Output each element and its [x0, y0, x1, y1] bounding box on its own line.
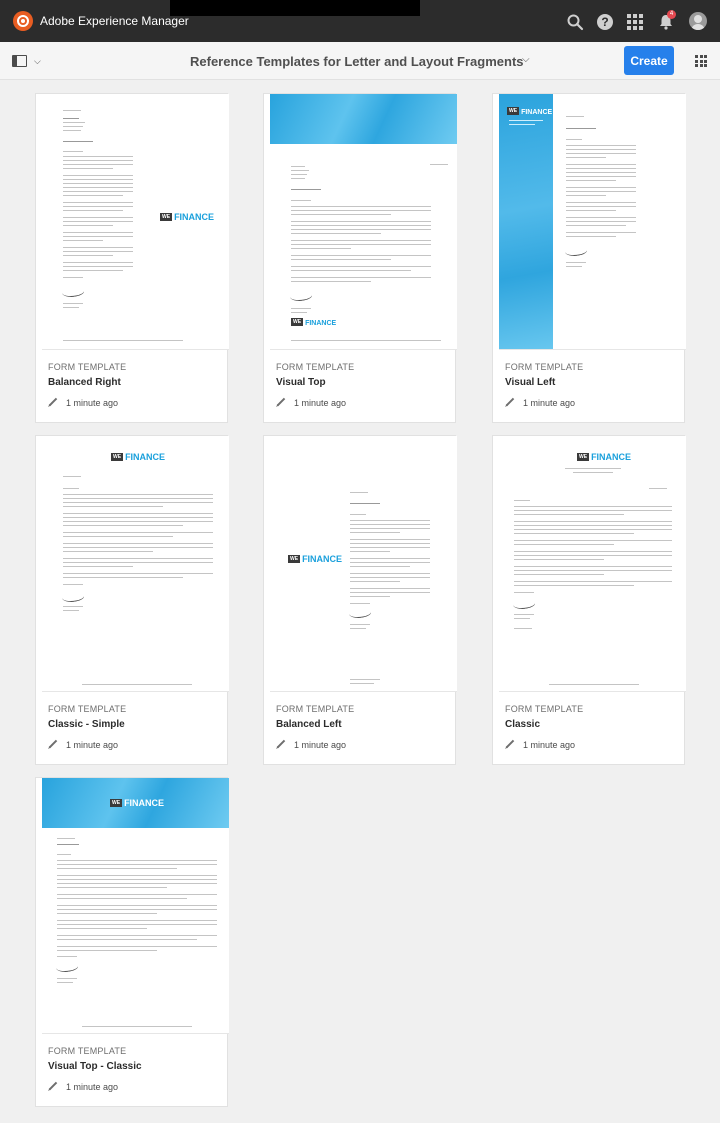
card-type-label: FORM TEMPLATE [48, 362, 127, 372]
chevron-down-icon[interactable]: ⌵ [522, 54, 530, 65]
template-card-classic-simple[interactable]: WE FINANCE FORM TEMPLATE Classic - Simple… [35, 435, 229, 765]
card-type-label: FORM TEMPLATE [505, 704, 584, 714]
card-type-label: FORM TEMPLATE [48, 1046, 127, 1056]
pencil-icon [505, 397, 515, 406]
template-thumbnail[interactable]: WE FINANCE [499, 94, 686, 350]
card-title[interactable]: Classic [505, 719, 540, 730]
pencil-icon [48, 739, 58, 748]
create-button[interactable]: Create [624, 46, 674, 75]
card-title[interactable]: Balanced Left [276, 719, 342, 730]
card-title[interactable]: Classic - Simple [48, 719, 125, 730]
template-card-visual-left[interactable]: WE FINANCE FORM TEMPLATE Visual Left 1 mi… [492, 93, 686, 423]
avatar-icon[interactable] [689, 12, 707, 30]
card-type-label: FORM TEMPLATE [505, 362, 584, 372]
adobe-experience-manager-icon[interactable] [13, 11, 33, 31]
pencil-icon [48, 1081, 58, 1090]
page-title[interactable]: Reference Templates for Letter and Layou… [190, 54, 524, 69]
redacted-region [170, 0, 420, 16]
template-card-balanced-left[interactable]: WE FINANCE FORM TEMPLATE Balanced Left 1 … [263, 435, 457, 765]
template-thumbnail[interactable]: WE FINANCE [270, 94, 457, 350]
template-card-classic[interactable]: WE FINANCE FORM TEMPLATE Classic 1 minute… [492, 435, 686, 765]
search-icon[interactable] [566, 13, 584, 31]
pencil-icon [48, 397, 58, 406]
card-title[interactable]: Visual Left [505, 377, 555, 388]
card-view-icon[interactable] [695, 55, 707, 67]
template-thumbnail[interactable]: WE FINANCE [42, 778, 229, 1034]
pencil-icon [505, 739, 515, 748]
card-modified: 1 minute ago [276, 397, 346, 408]
template-card-balanced-right[interactable]: WE FINANCE FORM TEMPLATE Balanced Right 1… [35, 93, 229, 423]
template-thumbnail[interactable]: WE FINANCE [42, 94, 229, 350]
pencil-icon [276, 739, 286, 748]
template-card-visual-top[interactable]: WE FINANCE FORM TEMPLATE Visual Top 1 min… [263, 93, 457, 423]
pencil-icon [276, 397, 286, 406]
action-bar: ⌵ Reference Templates for Letter and Lay… [0, 42, 720, 80]
rail-toggle-icon[interactable]: ⌵ [12, 54, 44, 70]
card-modified: 1 minute ago [505, 397, 575, 408]
template-card-visual-top-classic[interactable]: WE FINANCE FORM TEMPLATE Visual Top - Cla… [35, 777, 229, 1107]
card-title[interactable]: Balanced Right [48, 377, 121, 388]
app-title[interactable]: Adobe Experience Manager [40, 14, 189, 28]
card-modified: 1 minute ago [48, 1081, 118, 1092]
card-modified: 1 minute ago [48, 397, 118, 408]
template-thumbnail[interactable]: WE FINANCE [499, 436, 686, 692]
help-icon[interactable]: ? [597, 14, 613, 30]
card-modified: 1 minute ago [48, 739, 118, 750]
card-modified: 1 minute ago [505, 739, 575, 750]
card-modified: 1 minute ago [276, 739, 346, 750]
card-type-label: FORM TEMPLATE [276, 704, 355, 714]
card-title[interactable]: Visual Top [276, 377, 326, 388]
card-title[interactable]: Visual Top - Classic [48, 1061, 142, 1072]
card-type-label: FORM TEMPLATE [276, 362, 355, 372]
apps-icon[interactable] [627, 14, 643, 30]
notification-badge: 4 [667, 10, 676, 19]
card-type-label: FORM TEMPLATE [48, 704, 127, 714]
template-thumbnail[interactable]: WE FINANCE [42, 436, 229, 692]
shell-header: Adobe Experience Manager ? 4 [0, 0, 720, 42]
chevron-down-icon: ⌵ [34, 56, 41, 66]
template-thumbnail[interactable]: WE FINANCE [270, 436, 457, 692]
